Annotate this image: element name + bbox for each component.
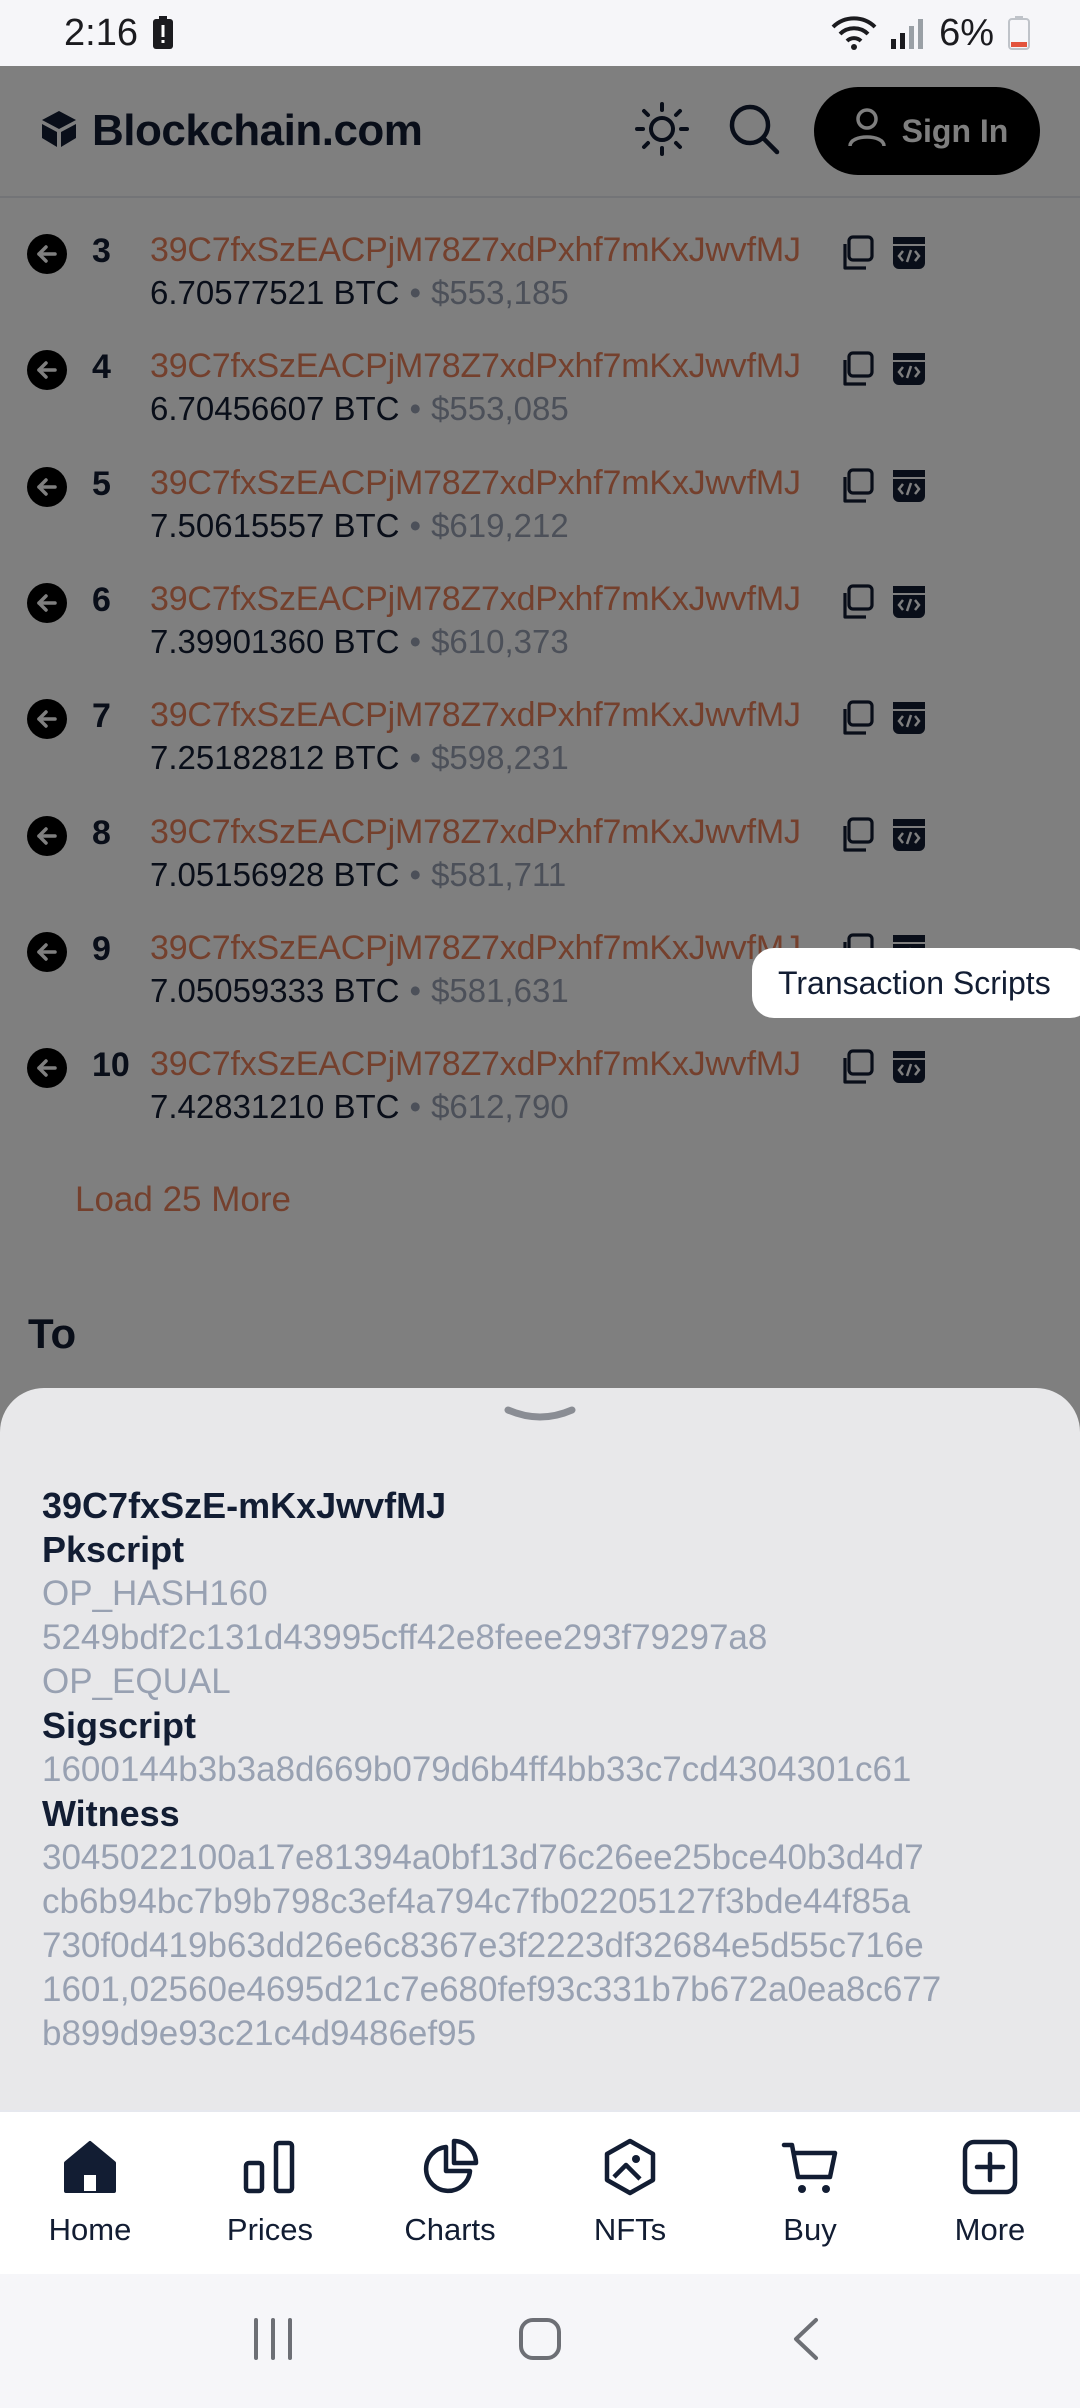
nav-item-prices[interactable]: Prices xyxy=(180,2112,360,2274)
sheet-address: 39C7fxSzE-mKxJwvfMJ xyxy=(42,1485,447,1526)
transaction-scripts-tooltip: Transaction Scripts xyxy=(752,948,1080,1018)
bottom-nav: Home Prices Charts NFTs Buy More xyxy=(0,2110,1080,2274)
pkscript-value: OP_HASH160 5249bdf2c131d43995cff42e8feee… xyxy=(42,1574,768,1701)
nav-label-prices: Prices xyxy=(226,2212,314,2247)
status-time: 2:16 xyxy=(64,11,138,54)
bar-chart-icon xyxy=(240,2136,300,2198)
recents-button[interactable] xyxy=(248,2314,298,2369)
nav-label-more: More xyxy=(954,2212,1026,2247)
nav-item-home[interactable]: Home xyxy=(0,2112,180,2274)
cart-icon xyxy=(780,2136,840,2198)
sigscript-value: 1600144b3b3a8d669b079d6b4ff4bb33c7cd4304… xyxy=(42,1750,912,1789)
nav-label-charts: Charts xyxy=(404,2212,496,2247)
nav-label-nfts: NFTs xyxy=(593,2212,667,2247)
status-bar: 2:16 6% xyxy=(0,0,1080,66)
nav-item-more[interactable]: More xyxy=(900,2112,1080,2274)
nav-item-charts[interactable]: Charts xyxy=(360,2112,540,2274)
nav-label-buy: Buy xyxy=(783,2212,837,2247)
scripts-details: 39C7fxSzE-mKxJwvfMJ Pkscript OP_HASH160 … xyxy=(42,1484,1062,2056)
home-button[interactable] xyxy=(515,2314,565,2369)
signal-icon xyxy=(891,17,925,49)
sheet-drag-handle[interactable] xyxy=(504,1400,576,1435)
witness-title: Witness xyxy=(42,1793,180,1834)
back-button[interactable] xyxy=(782,2314,832,2369)
pkscript-title: Pkscript xyxy=(42,1529,185,1570)
home-icon xyxy=(60,2136,120,2198)
wifi-icon xyxy=(831,15,877,51)
nav-label-home: Home xyxy=(48,2212,132,2247)
witness-value: 3045022100a17e81394a0bf13d76c26ee25bce40… xyxy=(42,1838,942,2053)
battery-percent: 6% xyxy=(939,11,994,54)
nft-icon xyxy=(600,2136,660,2198)
battery-alert-icon xyxy=(152,16,174,50)
nav-item-nfts[interactable]: NFTs xyxy=(540,2112,720,2274)
sigscript-title: Sigscript xyxy=(42,1705,197,1746)
system-nav-bar xyxy=(0,2274,1080,2408)
plus-square-icon xyxy=(960,2136,1020,2198)
nav-item-buy[interactable]: Buy xyxy=(720,2112,900,2274)
battery-icon xyxy=(1008,16,1030,50)
pie-chart-icon xyxy=(420,2136,480,2198)
